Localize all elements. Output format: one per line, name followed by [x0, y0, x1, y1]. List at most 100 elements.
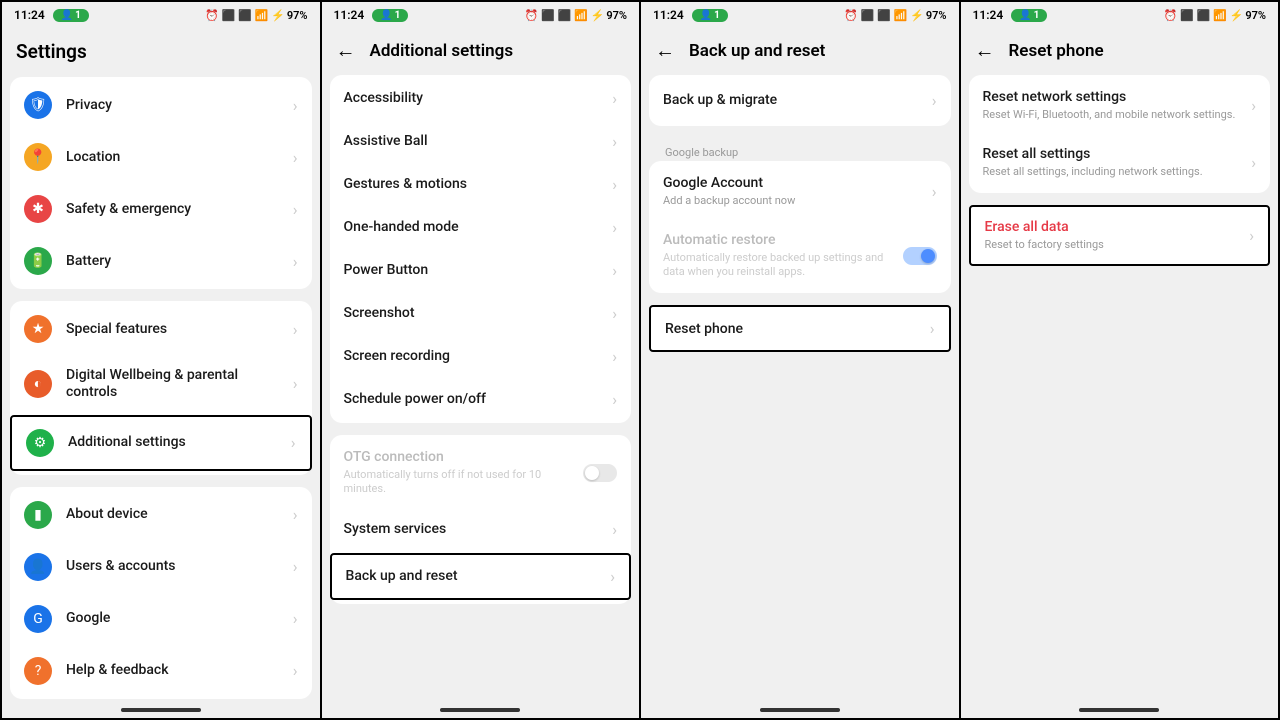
settings-row-safety[interactable]: ✱ Safety & emergency ›	[10, 183, 312, 235]
row-screen-recording[interactable]: Screen recording›	[330, 335, 632, 378]
chevron-right-icon: ›	[612, 304, 617, 323]
settings-row-additional-highlighted[interactable]: ⚙ Additional settings ›	[10, 415, 312, 471]
settings-row-battery[interactable]: 🔋 Battery ›	[10, 235, 312, 287]
settings-row-google[interactable]: G Google ›	[10, 593, 312, 645]
page-title: Additional settings	[370, 41, 514, 61]
chevron-right-icon: ›	[293, 374, 298, 393]
chevron-right-icon: ›	[293, 557, 298, 576]
shield-icon: 🛡	[24, 91, 52, 119]
chevron-right-icon: ›	[612, 520, 617, 539]
status-icons: ⏰ ⬛ ⬛ 📶 ⚡97%	[205, 9, 307, 22]
chevron-right-icon: ›	[612, 390, 617, 409]
back-button[interactable]: ←	[975, 38, 995, 63]
settings-row-location[interactable]: 📍 Location ›	[10, 131, 312, 183]
status-bar: 11:24 👤 1 ⏰ ⬛ ⬛ 📶 ⚡97%	[641, 2, 959, 26]
google-backup-section-label: Google backup	[649, 138, 951, 161]
backup-reset-screen: 11:24 👤 1 ⏰ ⬛ ⬛ 📶 ⚡97% ← Back up and res…	[641, 2, 959, 718]
chevron-right-icon: ›	[1251, 96, 1256, 115]
back-button[interactable]: ←	[655, 38, 675, 63]
user-icon: 👤	[24, 553, 52, 581]
settings-screen: 11:24 👤 1 ⏰ ⬛ ⬛ 📶 ⚡97% Settings 🛡 Privac…	[2, 2, 320, 718]
chevron-right-icon: ›	[293, 609, 298, 628]
chevron-right-icon: ›	[1249, 226, 1254, 245]
chevron-right-icon: ›	[932, 91, 937, 110]
row-erase-all-highlighted[interactable]: Erase all data Reset to factory settings…	[969, 205, 1271, 266]
nav-handle[interactable]	[440, 708, 520, 712]
page-header: ← Reset phone	[961, 26, 1279, 75]
pin-icon: 📍	[24, 143, 52, 171]
chevron-right-icon: ›	[612, 89, 617, 108]
status-time: 11:24	[14, 8, 45, 22]
star-icon: ★	[24, 315, 52, 343]
notification-badge: 👤 1	[53, 9, 89, 22]
chevron-right-icon: ›	[612, 261, 617, 280]
row-schedule-power[interactable]: Schedule power on/off›	[330, 378, 632, 421]
row-one-handed[interactable]: One-handed mode›	[330, 206, 632, 249]
notification-badge: 👤 1	[1011, 9, 1047, 22]
chevron-right-icon: ›	[612, 218, 617, 237]
chevron-right-icon: ›	[930, 319, 935, 338]
nav-handle[interactable]	[760, 708, 840, 712]
chevron-right-icon: ›	[932, 182, 937, 201]
battery-icon: 🔋	[24, 247, 52, 275]
settings-row-wellbeing[interactable]: ◐ Digital Wellbeing & parental controls …	[10, 355, 312, 413]
status-time: 11:24	[973, 8, 1004, 22]
row-backup-reset-highlighted[interactable]: Back up and reset›	[330, 553, 632, 600]
settings-row-help[interactable]: ? Help & feedback ›	[10, 645, 312, 697]
gear-icon: ⚙	[26, 429, 54, 457]
row-google-account[interactable]: Google Account Add a backup account now …	[649, 163, 951, 220]
notification-badge: 👤 1	[372, 9, 408, 22]
page-header: ← Back up and reset	[641, 26, 959, 75]
chevron-right-icon: ›	[610, 567, 615, 586]
chevron-right-icon: ›	[293, 200, 298, 219]
row-automatic-restore: Automatic restore Automatically restore …	[649, 220, 951, 291]
row-power-button[interactable]: Power Button›	[330, 249, 632, 292]
row-screenshot[interactable]: Screenshot›	[330, 292, 632, 335]
settings-row-about[interactable]: ▮ About device ›	[10, 489, 312, 541]
otg-toggle[interactable]	[583, 464, 617, 482]
reset-phone-screen: 11:24 👤 1 ⏰ ⬛ ⬛ 📶 ⚡97% ← Reset phone Res…	[961, 2, 1279, 718]
auto-restore-toggle	[903, 247, 937, 265]
chevron-right-icon: ›	[612, 132, 617, 151]
status-bar: 11:24 👤 1 ⏰ ⬛ ⬛ 📶 ⚡97%	[322, 2, 640, 26]
row-system-services[interactable]: System services›	[330, 508, 632, 551]
status-time: 11:24	[334, 8, 365, 22]
status-bar: 11:24 👤 1 ⏰ ⬛ ⬛ 📶 ⚡97%	[961, 2, 1279, 26]
page-title: Back up and reset	[689, 41, 825, 61]
status-time: 11:24	[653, 8, 684, 22]
chevron-right-icon: ›	[612, 175, 617, 194]
page-title: Settings	[2, 26, 320, 77]
row-reset-network[interactable]: Reset network settings Reset Wi-Fi, Blue…	[969, 77, 1271, 134]
settings-row-privacy[interactable]: 🛡 Privacy ›	[10, 79, 312, 131]
row-reset-all[interactable]: Reset all settings Reset all settings, i…	[969, 134, 1271, 191]
row-otg[interactable]: OTG connection Automatically turns off i…	[330, 437, 632, 508]
google-icon: G	[24, 605, 52, 633]
settings-row-special[interactable]: ★ Special features ›	[10, 303, 312, 355]
chevron-right-icon: ›	[293, 148, 298, 167]
row-backup-migrate[interactable]: Back up & migrate›	[649, 77, 951, 124]
row-reset-phone-highlighted[interactable]: Reset phone›	[649, 305, 951, 352]
nav-handle[interactable]	[121, 708, 201, 712]
page-header: ← Additional settings	[322, 26, 640, 75]
chevron-right-icon: ›	[293, 320, 298, 339]
nav-handle[interactable]	[1079, 708, 1159, 712]
status-icons: ⏰ ⬛ ⬛ 📶 ⚡97%	[1164, 9, 1266, 22]
chevron-right-icon: ›	[293, 96, 298, 115]
status-bar: 11:24 👤 1 ⏰ ⬛ ⬛ 📶 ⚡97%	[2, 2, 320, 26]
row-accessibility[interactable]: Accessibility›	[330, 77, 632, 120]
row-assistive-ball[interactable]: Assistive Ball›	[330, 120, 632, 163]
back-button[interactable]: ←	[336, 38, 356, 63]
chevron-right-icon: ›	[293, 661, 298, 680]
phone-icon: ▮	[24, 501, 52, 529]
chevron-right-icon: ›	[293, 505, 298, 524]
additional-settings-screen: 11:24 👤 1 ⏰ ⬛ ⬛ 📶 ⚡97% ← Additional sett…	[322, 2, 640, 718]
page-title: Reset phone	[1009, 41, 1104, 61]
status-icons: ⏰ ⬛ ⬛ 📶 ⚡97%	[844, 9, 946, 22]
chevron-right-icon: ›	[1251, 153, 1256, 172]
balance-icon: ◐	[24, 370, 52, 398]
row-gestures[interactable]: Gestures & motions›	[330, 163, 632, 206]
chevron-right-icon: ›	[612, 347, 617, 366]
settings-row-users[interactable]: 👤 Users & accounts ›	[10, 541, 312, 593]
asterisk-icon: ✱	[24, 195, 52, 223]
status-icons: ⏰ ⬛ ⬛ 📶 ⚡97%	[525, 9, 627, 22]
